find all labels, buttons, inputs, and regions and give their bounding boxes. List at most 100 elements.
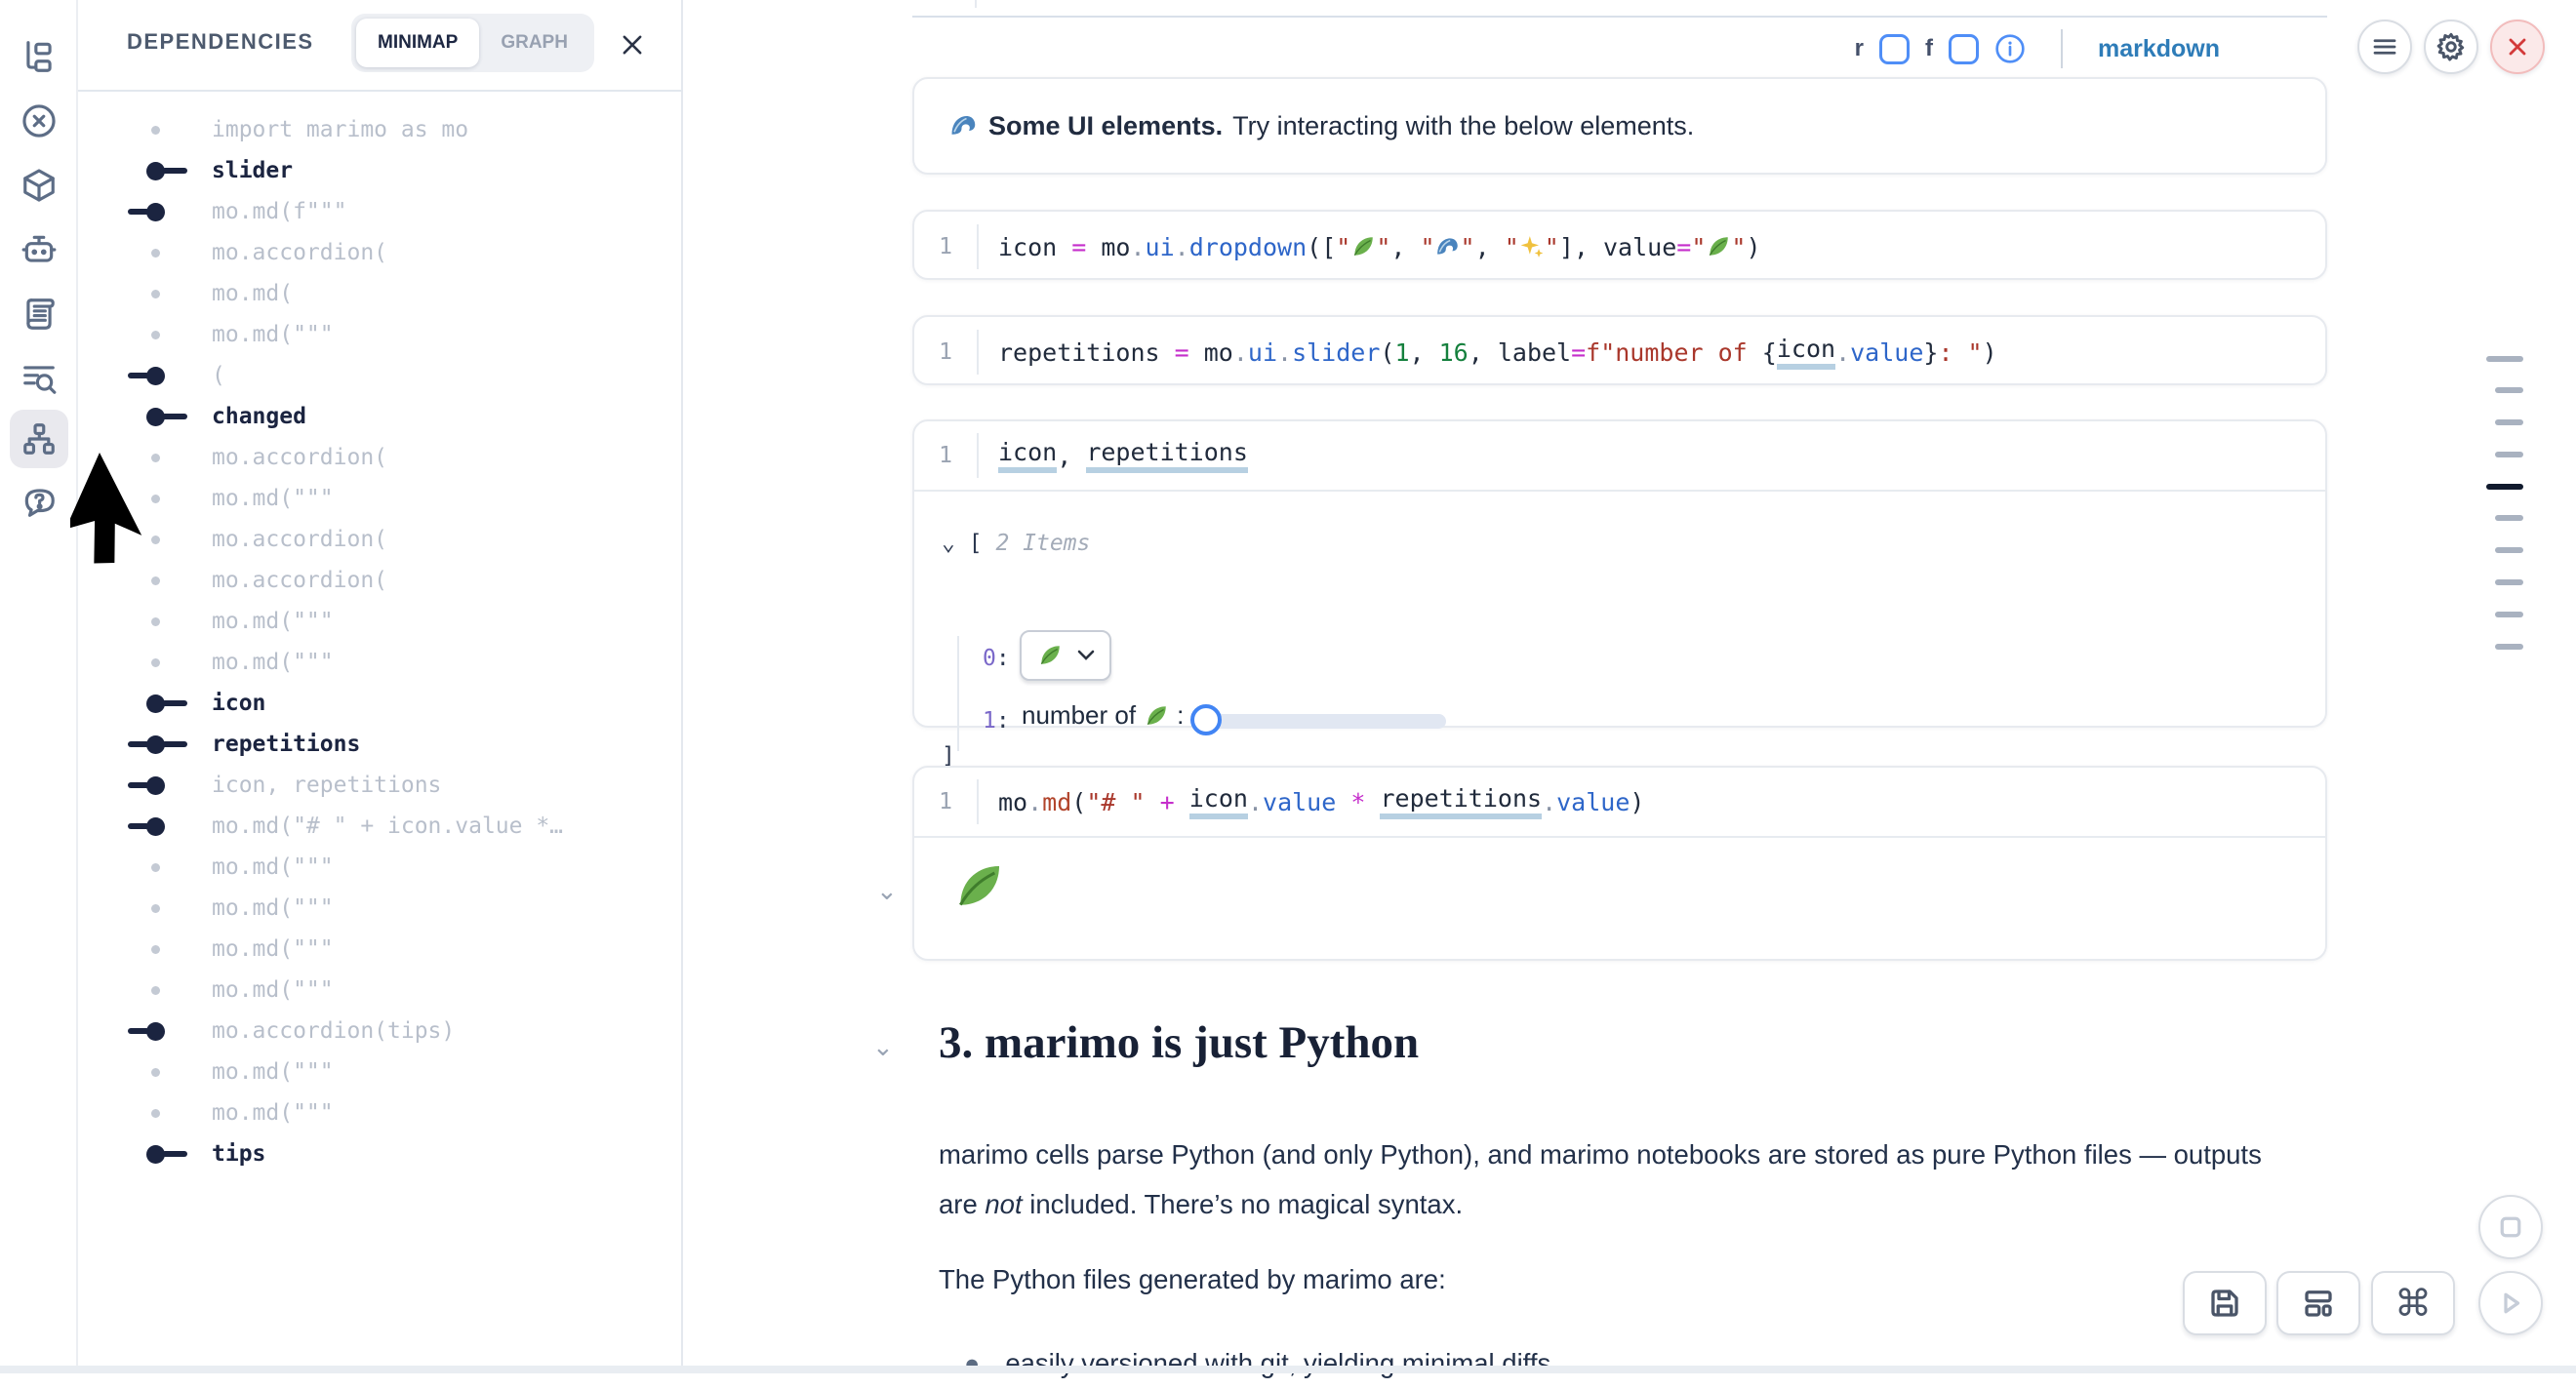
minimap-item[interactable]: mo.accordion(	[78, 232, 683, 273]
minimap-item[interactable]: mo.md("""	[78, 929, 683, 970]
leaf-icon	[951, 859, 1006, 914]
sidebar-item-snippets[interactable]	[10, 349, 68, 408]
tree-collapse-icon[interactable]: ⌄	[942, 531, 955, 556]
minimap-item[interactable]: mo.md("""	[78, 847, 683, 888]
view-tabs: MINIMAP GRAPH	[351, 14, 594, 72]
minimap-item[interactable]: mo.md("""	[78, 601, 683, 642]
sidebar-item-variables[interactable]	[10, 92, 68, 150]
f-checkbox[interactable]	[1949, 34, 1979, 64]
stop-button[interactable]	[2478, 1195, 2543, 1259]
dependency-marker-icon	[134, 683, 186, 724]
minimap-item[interactable]: mo.md("""	[78, 970, 683, 1011]
sidebar-item-help[interactable]	[10, 472, 68, 531]
minimap-item[interactable]: icon	[78, 683, 683, 724]
minimap-item-label: tips	[212, 1133, 265, 1174]
info-icon[interactable]	[1994, 33, 2026, 64]
dependency-marker-icon	[134, 601, 186, 642]
run-button[interactable]	[2478, 1271, 2543, 1335]
sidebar-item-ai-assistant[interactable]	[10, 220, 68, 279]
slider-label: number of :	[1022, 700, 1184, 731]
r-checkbox[interactable]	[1879, 34, 1910, 64]
dependency-marker-icon	[134, 314, 186, 355]
save-button[interactable]	[2183, 1271, 2267, 1335]
scroll-marker-line[interactable]	[2495, 547, 2523, 553]
minimap-item[interactable]: icon, repetitions	[78, 765, 683, 806]
cell-md-output[interactable]: Some UI elements. Try interacting with t…	[912, 77, 2327, 175]
minimap-item[interactable]: repetitions	[78, 724, 683, 765]
minimap-item-label: mo.md("""	[212, 888, 334, 929]
bottom-scroll-strip[interactable]	[0, 1366, 2576, 1373]
minimap-item[interactable]: slider	[78, 150, 683, 191]
tree-item-count: 2 Items	[995, 531, 1090, 556]
minimap-item[interactable]: import marimo as mo	[78, 109, 683, 150]
sparkles-icon	[1519, 234, 1545, 259]
sidebar-item-dependencies[interactable]	[10, 410, 68, 468]
minimap-item[interactable]: changed	[78, 396, 683, 437]
notebook-menu-button[interactable]	[2357, 20, 2412, 74]
dependency-marker-icon	[134, 806, 186, 847]
section-collapse-icon[interactable]: ⌄	[872, 1032, 894, 1062]
section-heading: 3. marimo is just Python	[939, 1016, 1419, 1069]
dependency-marker-icon	[134, 396, 186, 437]
sidebar-item-file-tree[interactable]	[10, 27, 68, 86]
dependency-marker-icon	[134, 1052, 186, 1092]
dependency-marker-icon	[134, 273, 186, 314]
tab-minimap[interactable]: MINIMAP	[356, 19, 479, 67]
tab-graph[interactable]: GRAPH	[479, 19, 589, 67]
minimap-item-label: mo.accordion(	[212, 560, 387, 601]
dependency-marker-icon	[134, 970, 186, 1011]
scroll-marker-line[interactable]	[2495, 612, 2523, 617]
code-line: icon, repetitions	[998, 438, 1248, 473]
cell-language-label[interactable]: markdown	[2098, 35, 2220, 63]
minimap-item[interactable]: mo.md("""	[78, 1052, 683, 1092]
scroll-marker-line[interactable]	[2495, 452, 2523, 457]
dependency-marker-icon	[134, 1011, 186, 1052]
repetitions-slider-track[interactable]	[1198, 714, 1446, 729]
panel-close-button[interactable]	[613, 25, 652, 64]
keyboard-shortcuts-button[interactable]: ⌘	[2371, 1271, 2455, 1335]
minimap-item[interactable]: mo.accordion(tips)	[78, 1011, 683, 1052]
minimap-item-label: mo.md("""	[212, 929, 334, 970]
minimap-item[interactable]: (	[78, 355, 683, 396]
scroll-marker-line[interactable]	[2495, 579, 2523, 585]
sidebar-item-packages[interactable]	[10, 156, 68, 215]
layout-toggle-button[interactable]	[2276, 1271, 2360, 1335]
cell-dropdown-code[interactable]: 1 icon = mo.ui.dropdown(["", "", ""], va…	[912, 210, 2327, 280]
sidebar-item-scratchpad[interactable]	[10, 285, 68, 343]
minimap-item-label: mo.accordion(	[212, 519, 387, 560]
scroll-marker-line[interactable]	[2495, 515, 2523, 521]
output-collapse-icon[interactable]: ⌄	[876, 876, 898, 906]
minimap-item[interactable]: mo.md("# " + icon.value *…	[78, 806, 683, 847]
minimap-item[interactable]: mo.md("""	[78, 888, 683, 929]
scroll-marker-line[interactable]	[2486, 484, 2523, 490]
minimap-item-label: mo.md("""	[212, 1052, 334, 1092]
tree-index-1: 1:	[983, 708, 1010, 734]
clipped-code-line[interactable]: 1 Some UI elements. Try interacting with…	[912, 0, 2327, 14]
tree-header[interactable]: ⌄ [ 2 Items	[942, 531, 1090, 556]
code-line: mo.md("# " + icon.value * repetitions.va…	[998, 784, 1644, 819]
minimap-item[interactable]: tips	[78, 1133, 683, 1174]
cell-md-concat[interactable]: 1 mo.md("# " + icon.value * repetitions.…	[912, 766, 2327, 961]
minimap-item-label: mo.md(	[212, 273, 293, 314]
scroll-marker-line[interactable]	[2486, 356, 2523, 362]
minimap-item-label: mo.md("""	[212, 847, 334, 888]
scroll-marker-line[interactable]	[2495, 419, 2523, 425]
minimap-item[interactable]: mo.md(	[78, 273, 683, 314]
md-output-bold: Some UI elements.	[988, 111, 1223, 141]
r-toggle-label: r	[1855, 35, 1864, 62]
minimap-item-label: icon, repetitions	[212, 765, 441, 806]
panel-divider	[78, 90, 683, 92]
scroll-marker-line[interactable]	[2495, 387, 2523, 393]
minimap-item[interactable]: mo.md("""	[78, 642, 683, 683]
dependency-marker-icon	[134, 642, 186, 683]
minimap-item[interactable]: mo.md("""	[78, 1092, 683, 1133]
dependencies-panel: DEPENDENCIES MINIMAP GRAPH import marimo…	[78, 0, 683, 1373]
repetitions-slider-thumb[interactable]	[1190, 704, 1222, 735]
icon-dropdown[interactable]	[1020, 630, 1111, 681]
cell-tuple[interactable]: 1 icon, repetitions ⌄ [ 2 Items 0: 1: nu…	[912, 419, 2327, 728]
minimap-item[interactable]: mo.md(f"""	[78, 191, 683, 232]
scroll-marker-line[interactable]	[2495, 644, 2523, 650]
minimap-item[interactable]: mo.md("""	[78, 314, 683, 355]
settings-button[interactable]	[2424, 20, 2478, 74]
cell-slider-code[interactable]: 1 repetitions = mo.ui.slider(1, 16, labe…	[912, 315, 2327, 385]
